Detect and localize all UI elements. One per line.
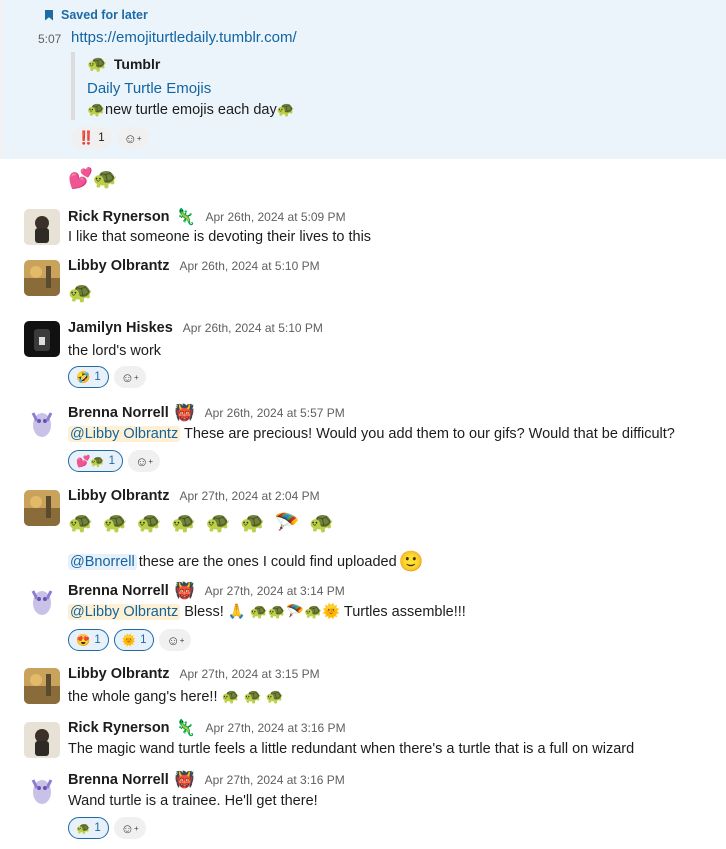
- emoji-message: 💕🐢: [68, 168, 118, 190]
- sender-name[interactable]: Brenna Norrell: [68, 772, 169, 788]
- reactions-bar: 😍 1 🌞 1 ☺ +: [68, 629, 192, 651]
- add-reaction-icon[interactable]: ☺ +: [113, 366, 146, 388]
- reactions-bar: 🤣 1 ☺ +: [68, 366, 146, 388]
- message-time[interactable]: Apr 27th, 2024 at 3:16 PM: [205, 721, 345, 735]
- status-emoji: 👹: [174, 583, 195, 600]
- saved-message[interactable]: Saved for later 5:07 https://emojiturtle…: [0, 0, 726, 159]
- avatar[interactable]: [24, 260, 60, 296]
- message-time[interactable]: Apr 27th, 2024 at 3:15 PM: [180, 667, 320, 681]
- user-mention[interactable]: @Bnorrell: [68, 553, 137, 570]
- message-text: the lord's work: [68, 343, 162, 359]
- avatar[interactable]: [24, 583, 60, 619]
- status-emoji: 👹: [174, 772, 195, 789]
- message-text: The magic wand turtle feels a little red…: [68, 741, 635, 757]
- user-mention[interactable]: @Libby Olbrantz: [68, 426, 181, 442]
- message-text: the whole gang's here!! 🐢 🐢 🐢: [68, 689, 284, 705]
- message-text: @Libby Olbrantz These are precious! Woul…: [68, 426, 675, 442]
- avatar[interactable]: [24, 772, 60, 808]
- reaction-pill[interactable]: 🤣 1: [68, 366, 109, 388]
- bookmark-icon: [45, 9, 53, 21]
- avatar[interactable]: [24, 490, 60, 526]
- avatar[interactable]: [24, 722, 60, 758]
- status-emoji: 🦎: [175, 720, 196, 737]
- add-reaction-icon[interactable]: ☺ +: [159, 629, 192, 651]
- preview-description: 🐢new turtle emojis each day🐢: [87, 102, 295, 118]
- sender-name[interactable]: Brenna Norrell: [68, 405, 169, 421]
- user-mention[interactable]: @Libby Olbrantz: [68, 604, 181, 620]
- message-time[interactable]: Apr 27th, 2024 at 3:16 PM: [205, 773, 345, 787]
- smile-emoji: 🙂: [398, 551, 424, 573]
- message-time[interactable]: 5:07: [38, 32, 61, 46]
- sender-name[interactable]: Libby Olbrantz: [68, 488, 170, 504]
- message-time[interactable]: Apr 26th, 2024 at 5:10 PM: [180, 259, 320, 273]
- reaction-pill[interactable]: ‼️ 1: [71, 127, 112, 149]
- avatar[interactable]: [24, 321, 60, 357]
- reaction-pill[interactable]: 🌞 1: [113, 629, 155, 651]
- reactions-bar: 🐢 1 ☺ +: [68, 817, 146, 839]
- add-reaction-icon[interactable]: ☺ +: [116, 127, 149, 149]
- status-emoji: 👹: [174, 405, 195, 422]
- tumblr-turtle-icon: 🐢: [87, 56, 107, 73]
- reaction-pill[interactable]: 💕🐢 1: [68, 450, 124, 472]
- sender-name[interactable]: Jamilyn Hiskes: [68, 320, 173, 336]
- message-text: Wand turtle is a trainee. He'll get ther…: [68, 793, 318, 809]
- message-time[interactable]: Apr 26th, 2024 at 5:10 PM: [183, 321, 323, 335]
- saved-for-later-label: Saved for later: [45, 8, 148, 22]
- message-text: 🐢: [68, 282, 93, 304]
- avatar[interactable]: [24, 668, 60, 704]
- preview-title[interactable]: Daily Turtle Emojis: [87, 80, 295, 97]
- sender-name[interactable]: Libby Olbrantz: [68, 666, 170, 682]
- sender-name[interactable]: Libby Olbrantz: [68, 258, 170, 274]
- sender-name[interactable]: Brenna Norrell: [68, 583, 169, 599]
- avatar[interactable]: [24, 405, 60, 441]
- add-reaction-icon[interactable]: ☺ +: [113, 817, 146, 839]
- preview-source: 🐢 Tumblr: [87, 56, 161, 73]
- reactions-bar: 💕🐢 1 ☺ +: [68, 450, 161, 472]
- avatar[interactable]: [24, 209, 60, 245]
- sender-name[interactable]: Rick Rynerson: [68, 209, 170, 225]
- message-text: @Libby Olbrantz Bless! 🙏 🐢🐢🪂🐢🌞 Turtles a…: [68, 604, 466, 620]
- message-time[interactable]: Apr 27th, 2024 at 2:04 PM: [180, 489, 320, 503]
- add-reaction-icon[interactable]: ☺ +: [128, 450, 161, 472]
- message-text: I like that someone is devoting their li…: [68, 229, 372, 245]
- message-time[interactable]: Apr 26th, 2024 at 5:09 PM: [205, 210, 345, 224]
- message-time[interactable]: Apr 27th, 2024 at 3:14 PM: [205, 584, 345, 598]
- reaction-pill[interactable]: 🐢 1: [68, 817, 109, 839]
- sender-name[interactable]: Rick Rynerson: [68, 720, 170, 736]
- message-time[interactable]: Apr 26th, 2024 at 5:57 PM: [205, 406, 345, 420]
- message-text: @Bnorrell these are the ones I could fin…: [68, 551, 424, 573]
- status-emoji: 🦎: [175, 209, 196, 226]
- emoji-row: 🐢 🐢 🐢 🐢 🐢 🐢 🪂 🐢: [68, 512, 337, 534]
- link-preview: 🐢 Tumblr Daily Turtle Emojis 🐢new turtle…: [71, 52, 295, 120]
- reaction-pill[interactable]: 😍 1: [68, 629, 109, 651]
- message-link[interactable]: https://emojiturtledaily.tumblr.com/: [71, 29, 297, 46]
- reactions-bar: ‼️ 1 ☺ +: [71, 127, 149, 149]
